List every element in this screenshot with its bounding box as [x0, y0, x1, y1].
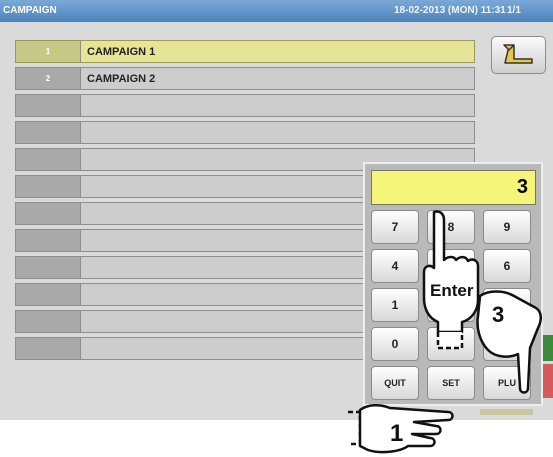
row-number [16, 176, 81, 197]
row-number [16, 311, 81, 332]
title-bar: CAMPAIGN 18-02-2013 (MON) 11:31 1/1 [0, 0, 553, 22]
enter-label: Enter [430, 281, 474, 300]
bottom-status-bar [480, 409, 533, 415]
row-name: CAMPAIGN 1 [87, 45, 156, 58]
quit-button[interactable]: QUIT [371, 366, 419, 400]
date-time: 18-02-2013 (MON) 11:31 [394, 5, 506, 16]
row-number [16, 230, 81, 251]
list-item[interactable]: 1 CAMPAIGN 1 [15, 40, 475, 63]
row-number [16, 284, 81, 305]
row-number [16, 122, 81, 143]
row-number: 1 [16, 41, 81, 62]
row-name [81, 95, 474, 116]
hand-pointer-3: 3 [470, 288, 550, 398]
hand-pointer-1: 1 [340, 400, 460, 457]
row-number [16, 338, 81, 359]
list-item[interactable]: 2 CAMPAIGN 2 [15, 67, 475, 90]
list-item[interactable] [15, 121, 475, 144]
set-button[interactable]: SET [427, 366, 475, 400]
step-number-3: 3 [492, 302, 505, 327]
page-indicator: 1/1 [507, 5, 521, 16]
return-arrow-icon [502, 44, 533, 64]
list-item[interactable] [15, 94, 475, 117]
row-number [16, 95, 81, 116]
step-number-1: 1 [390, 420, 404, 447]
row-name [81, 122, 474, 143]
screen-title: CAMPAIGN [3, 5, 57, 16]
row-number [16, 203, 81, 224]
back-button[interactable] [491, 36, 546, 74]
pointing-hand-icon [476, 290, 542, 394]
row-number [16, 149, 81, 170]
row-number [16, 257, 81, 278]
keypad-display: 3 [371, 170, 536, 205]
row-name: CAMPAIGN 2 [87, 72, 156, 85]
row-number: 2 [16, 68, 81, 89]
